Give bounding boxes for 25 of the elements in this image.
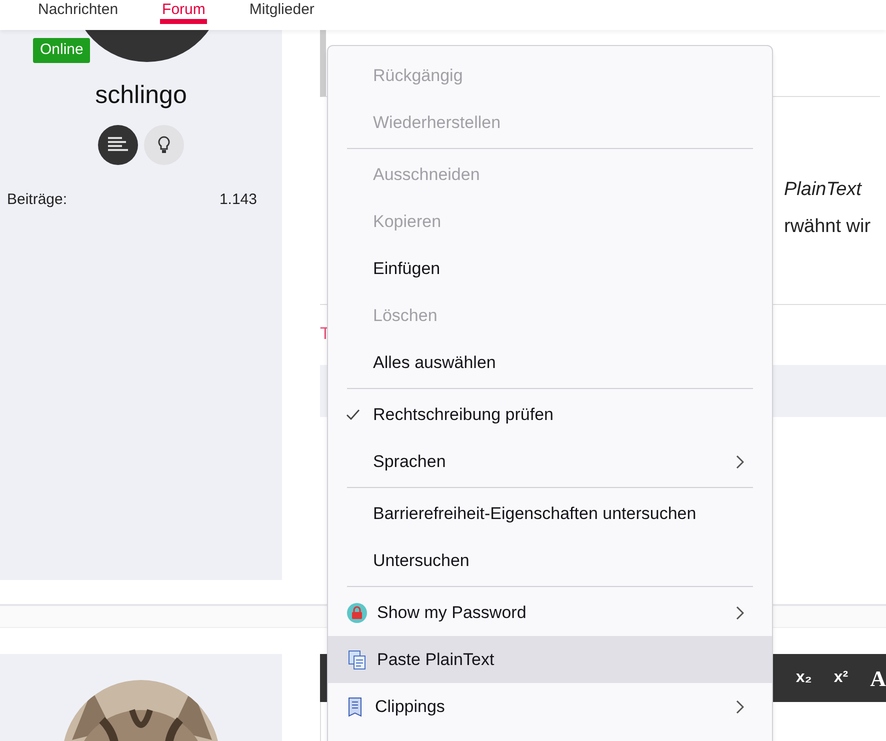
lightbulb-icon (158, 136, 170, 154)
online-badge: Online (33, 38, 90, 62)
toolbar-button[interactable]: x² (834, 666, 848, 690)
post-text: rwähnt wir (784, 214, 871, 238)
menu-item[interactable]: Sprachen (328, 438, 772, 485)
menu-item[interactable]: Show my Password (328, 589, 772, 636)
stat-value: 1.143 (219, 190, 257, 210)
username: schlingo (95, 80, 187, 111)
menu-item[interactable]: Paste PlainText (328, 636, 772, 683)
lines-icon (108, 136, 128, 152)
menu-item[interactable]: Einfügen (328, 245, 772, 292)
nav-tab[interactable]: Nachrichten (36, 0, 120, 24)
menu-item[interactable]: Untersuchen (328, 537, 772, 584)
post-text: PlainText (784, 178, 862, 202)
menu-item[interactable]: Alles auswählen (328, 339, 772, 386)
documents-icon (347, 650, 367, 670)
nav-tab[interactable]: Mitglieder (247, 0, 316, 24)
lock-icon (347, 602, 367, 622)
toolbar-button[interactable]: A (870, 662, 886, 694)
menu-item[interactable]: Barrierefreiheit-Eigenschaften untersuchen (328, 490, 772, 537)
menu-item[interactable]: Clippings (328, 683, 772, 730)
toolbar-button[interactable]: x₂ (796, 666, 812, 690)
nav-tab[interactable]: Forum (160, 0, 208, 24)
menu-item[interactable]: Rechtschreibung prüfen (328, 391, 772, 438)
stat-label: Beiträge: (7, 190, 68, 210)
